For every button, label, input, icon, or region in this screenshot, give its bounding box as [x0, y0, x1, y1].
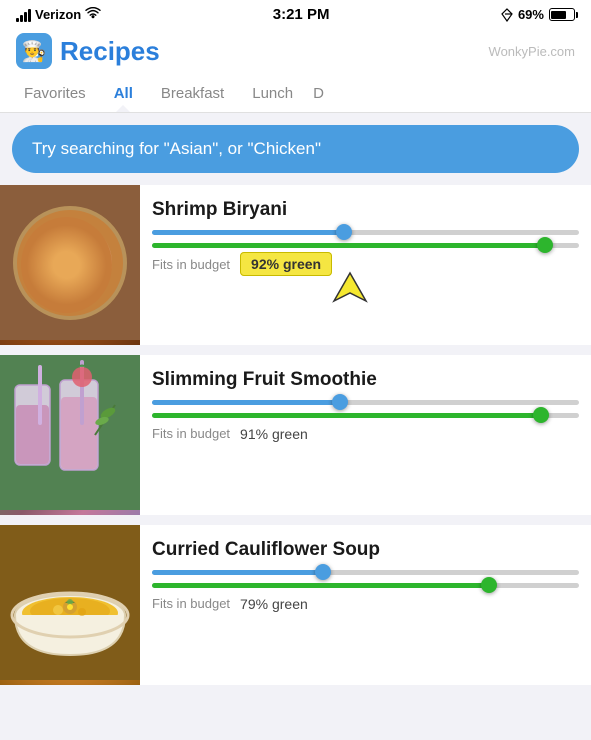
recipe-info-biryani: Shrimp Biryani Fits in budget 92% green — [140, 185, 591, 345]
status-bar: Verizon 3:21 PM 69% — [0, 0, 591, 27]
carrier-label: Verizon — [35, 7, 81, 22]
green-slider-smoothie — [152, 413, 579, 418]
budget-fill-smoothie — [152, 400, 340, 405]
budget-track-soup — [152, 570, 579, 575]
green-track-smoothie — [152, 413, 579, 418]
budget-slider-smoothie — [152, 400, 579, 405]
green-badge-biryani: 92% green — [240, 252, 332, 276]
recipe-card-smoothie[interactable]: Slimming Fruit Smoothie Fits in budget 9… — [0, 355, 591, 515]
budget-thumb-soup — [315, 564, 331, 580]
battery-fill — [551, 11, 565, 19]
budget-track-biryani — [152, 230, 579, 235]
tab-bar: Favorites All Breakfast Lunch D — [0, 77, 591, 113]
app-icon: 👨‍🍳 — [16, 33, 52, 69]
green-value-soup: 79% green — [240, 596, 308, 612]
green-thumb-soup — [481, 577, 497, 593]
tab-lunch[interactable]: Lunch — [238, 77, 307, 112]
green-track-biryani — [152, 243, 579, 248]
header-left: 👨‍🍳 Recipes — [16, 33, 160, 69]
battery-percent: 69% — [518, 7, 544, 22]
tab-all[interactable]: All — [100, 77, 147, 112]
budget-track-smoothie — [152, 400, 579, 405]
budget-fill-soup — [152, 570, 323, 575]
green-slider-biryani — [152, 243, 579, 248]
recipe-name-biryani: Shrimp Biryani — [152, 199, 579, 222]
green-value-smoothie: 91% green — [240, 426, 308, 442]
recipe-image-soup — [0, 525, 140, 685]
metrics-soup: Fits in budget 79% green — [152, 596, 579, 612]
green-track-soup — [152, 583, 579, 588]
tab-more[interactable]: D — [307, 77, 330, 112]
recipe-card-soup[interactable]: Curried Cauliflower Soup Fits in budget … — [0, 525, 591, 685]
recipe-image-smoothie — [0, 355, 140, 515]
tab-favorites[interactable]: Favorites — [10, 77, 100, 112]
header: 👨‍🍳 Recipes WonkyPie.com — [0, 27, 591, 77]
green-thumb-biryani — [537, 237, 553, 253]
metrics-smoothie: Fits in budget 91% green — [152, 426, 579, 442]
recipe-name-smoothie: Slimming Fruit Smoothie — [152, 369, 579, 392]
battery-icon — [549, 8, 575, 21]
budget-fill-biryani — [152, 230, 344, 235]
recipe-info-soup: Curried Cauliflower Soup Fits in budget … — [140, 525, 591, 685]
status-right: 69% — [501, 7, 575, 22]
status-left: Verizon — [16, 7, 101, 23]
status-time: 3:21 PM — [273, 6, 330, 23]
search-banner[interactable]: Try searching for "Asian", or "Chicken" — [12, 125, 579, 173]
recipe-name-soup: Curried Cauliflower Soup — [152, 539, 579, 562]
green-fill-soup — [152, 583, 489, 588]
recipe-info-smoothie: Slimming Fruit Smoothie Fits in budget 9… — [140, 355, 591, 515]
budget-slider-biryani — [152, 230, 579, 235]
app-title: Recipes — [60, 36, 160, 67]
budget-thumb-smoothie — [332, 394, 348, 410]
arrow-annotation — [330, 269, 370, 309]
metrics-biryani: Fits in budget 92% green — [152, 256, 579, 274]
highlighted-badge-wrapper: 92% green — [240, 256, 332, 274]
budget-slider-soup — [152, 570, 579, 575]
search-banner-text: Try searching for "Asian", or "Chicken" — [32, 139, 559, 159]
recipe-card-biryani[interactable]: Shrimp Biryani Fits in budget 92% green — [0, 185, 591, 345]
budget-label-biryani: Fits in budget — [152, 257, 230, 272]
recipe-image-biryani — [0, 185, 140, 345]
tab-breakfast[interactable]: Breakfast — [147, 77, 238, 112]
green-fill-smoothie — [152, 413, 541, 418]
green-thumb-smoothie — [533, 407, 549, 423]
budget-thumb-biryani — [336, 224, 352, 240]
wifi-icon — [85, 7, 101, 23]
signal-bars — [16, 8, 31, 22]
location-icon — [501, 8, 513, 22]
watermark: WonkyPie.com — [489, 44, 575, 59]
green-slider-soup — [152, 583, 579, 588]
green-fill-biryani — [152, 243, 545, 248]
budget-label-smoothie: Fits in budget — [152, 426, 230, 441]
budget-label-soup: Fits in budget — [152, 596, 230, 611]
